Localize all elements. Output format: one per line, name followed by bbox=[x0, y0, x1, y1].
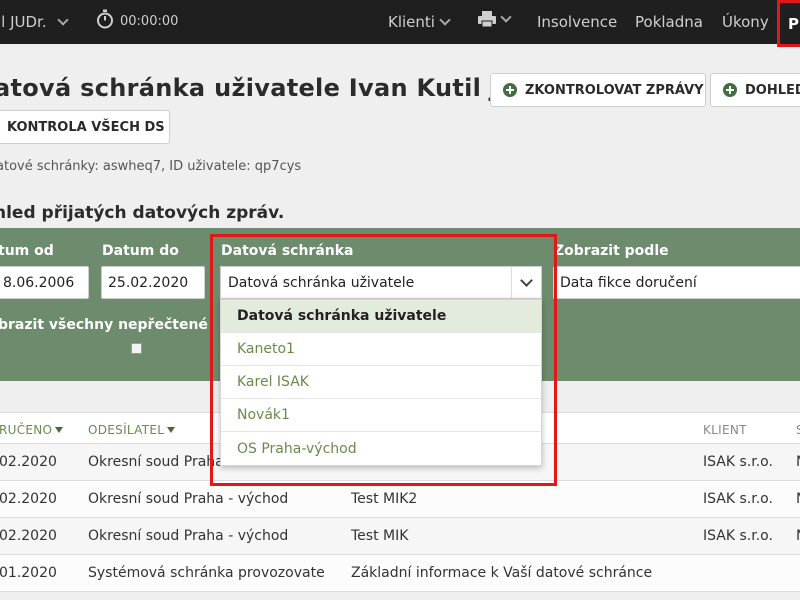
cell-subject: Test MIK2 bbox=[351, 491, 418, 507]
col-sender[interactable]: ODESÍLATEL bbox=[88, 423, 176, 437]
cell-extra: N bbox=[796, 454, 800, 470]
chevron-down-icon bbox=[439, 14, 451, 26]
date-from-label: tum od bbox=[0, 243, 54, 259]
dropdown-option-karel-isak[interactable]: Karel ISAK bbox=[221, 366, 541, 399]
chevron-down-icon bbox=[56, 14, 69, 26]
cell-client: ISAK s.r.o. bbox=[703, 491, 773, 507]
cell-subject: Test MIK bbox=[351, 528, 409, 544]
nav-pokladna[interactable]: Pokladna bbox=[635, 13, 703, 31]
user-menu[interactable]: il JUDr. bbox=[0, 13, 69, 31]
top-navigation-bar: il JUDr. 00:00:00 Klienti Insolvence Pok… bbox=[0, 0, 800, 44]
date-from-input[interactable]: 8.06.2006 bbox=[0, 266, 89, 299]
cell-extra: N bbox=[796, 491, 800, 507]
cell-date: 01.2020 bbox=[0, 565, 57, 581]
show-by-label: Zobrazit podle bbox=[554, 243, 669, 259]
nav-klienti[interactable]: Klienti bbox=[388, 13, 451, 31]
plus-circle-icon bbox=[723, 83, 737, 97]
nav-klienti-label: Klienti bbox=[388, 13, 435, 31]
data-box-select[interactable]: Datová schránka uživatele bbox=[220, 266, 542, 299]
cell-date: 02.2020 bbox=[0, 491, 57, 507]
sort-down-icon bbox=[167, 427, 176, 433]
col-client[interactable]: KLIENT bbox=[703, 423, 747, 437]
printer-icon bbox=[478, 11, 496, 27]
dropdown-option-kaneto1[interactable]: Kaneto1 bbox=[221, 333, 541, 366]
col-delivered-label: RUČENO bbox=[0, 423, 53, 437]
cell-date: 02.2020 bbox=[0, 454, 57, 470]
date-to-label: Datum do bbox=[102, 243, 179, 259]
table-row[interactable]: 02.2020 Okresní soud Praha - východ Test… bbox=[0, 481, 800, 518]
col-delivered[interactable]: RUČENO bbox=[0, 423, 64, 437]
show-unread-label: brazit všechny nepřečtené bbox=[0, 317, 208, 333]
date-to-input[interactable]: 25.02.2020 bbox=[101, 266, 205, 299]
find-button[interactable]: DOHLED bbox=[710, 73, 800, 107]
table-row[interactable]: 01.2020 Systémová schránka provozovate Z… bbox=[0, 555, 800, 592]
nav-insolvence[interactable]: Insolvence bbox=[537, 13, 617, 31]
user-name: il JUDr. bbox=[0, 13, 47, 31]
show-unread-checkbox[interactable] bbox=[131, 343, 142, 354]
dropdown-option-user-box[interactable]: Datová schránka uživatele bbox=[221, 300, 541, 333]
cell-client: ISAK s.r.o. bbox=[703, 528, 773, 544]
check-messages-button[interactable]: ZKONTROLOVAT ZPRÁVY bbox=[490, 73, 706, 107]
find-label: DOHLED bbox=[745, 82, 800, 98]
nav-active-label: P bbox=[788, 15, 799, 33]
cell-sender: Okresní soud Praha bbox=[88, 454, 224, 470]
nav-pokladna-label: Pokladna bbox=[635, 13, 703, 31]
cell-subject: Základní informace k Vaší datové schránc… bbox=[351, 565, 653, 581]
dropdown-option-os-praha-vychod[interactable]: OS Praha-východ bbox=[221, 432, 541, 465]
data-box-dropdown-menu: Datová schránka uživatele Kaneto1 Karel … bbox=[220, 299, 542, 466]
show-by-select[interactable]: Data fikce doručení bbox=[553, 266, 800, 299]
chevron-down-icon[interactable] bbox=[511, 267, 541, 298]
cell-sender: Systémová schránka provozovate bbox=[88, 565, 325, 581]
cell-date: 02.2020 bbox=[0, 528, 57, 544]
cell-sender: Okresní soud Praha - východ bbox=[88, 491, 289, 507]
nav-ukony[interactable]: Úkony bbox=[722, 13, 769, 31]
nav-ukony-label: Úkony bbox=[722, 13, 769, 31]
nav-tools[interactable] bbox=[478, 11, 512, 27]
cell-client: ISAK s.r.o. bbox=[703, 454, 773, 470]
check-all-ds-label: KONTROLA VŠECH DS bbox=[7, 119, 165, 135]
col-sender-label: ODESÍLATEL bbox=[88, 423, 165, 437]
stopwatch-icon bbox=[97, 9, 113, 29]
chevron-down-icon bbox=[500, 11, 512, 23]
data-box-select-value: Datová schránka uživatele bbox=[228, 274, 415, 291]
timer[interactable]: 00:00:00 bbox=[96, 9, 178, 29]
cell-extra: N bbox=[796, 528, 800, 544]
cell-sender: Okresní soud Praha - východ bbox=[88, 528, 289, 544]
sort-down-icon bbox=[55, 427, 64, 433]
page-title: atová schránka uživatele Ivan Kutil JUDr… bbox=[0, 74, 558, 102]
check-messages-label: ZKONTROLOVAT ZPRÁVY bbox=[525, 82, 704, 98]
section-title: hled přijatých datových zpráv. bbox=[0, 203, 285, 223]
nav-insolvence-label: Insolvence bbox=[537, 13, 618, 31]
dropdown-option-novak1[interactable]: Novák1 bbox=[221, 399, 541, 432]
plus-circle-icon bbox=[503, 83, 517, 97]
data-box-info: atové schránky: aswheq7, ID uživatele: q… bbox=[0, 159, 302, 174]
nav-active-item[interactable]: P bbox=[777, 0, 800, 47]
table-row[interactable]: 02.2020 Okresní soud Praha - východ Test… bbox=[0, 518, 800, 555]
data-box-label: Datová schránka bbox=[221, 243, 354, 259]
check-all-ds-button[interactable]: KONTROLA VŠECH DS bbox=[0, 110, 170, 144]
col-last[interactable]: S bbox=[796, 423, 800, 437]
timer-value: 00:00:00 bbox=[120, 13, 179, 29]
